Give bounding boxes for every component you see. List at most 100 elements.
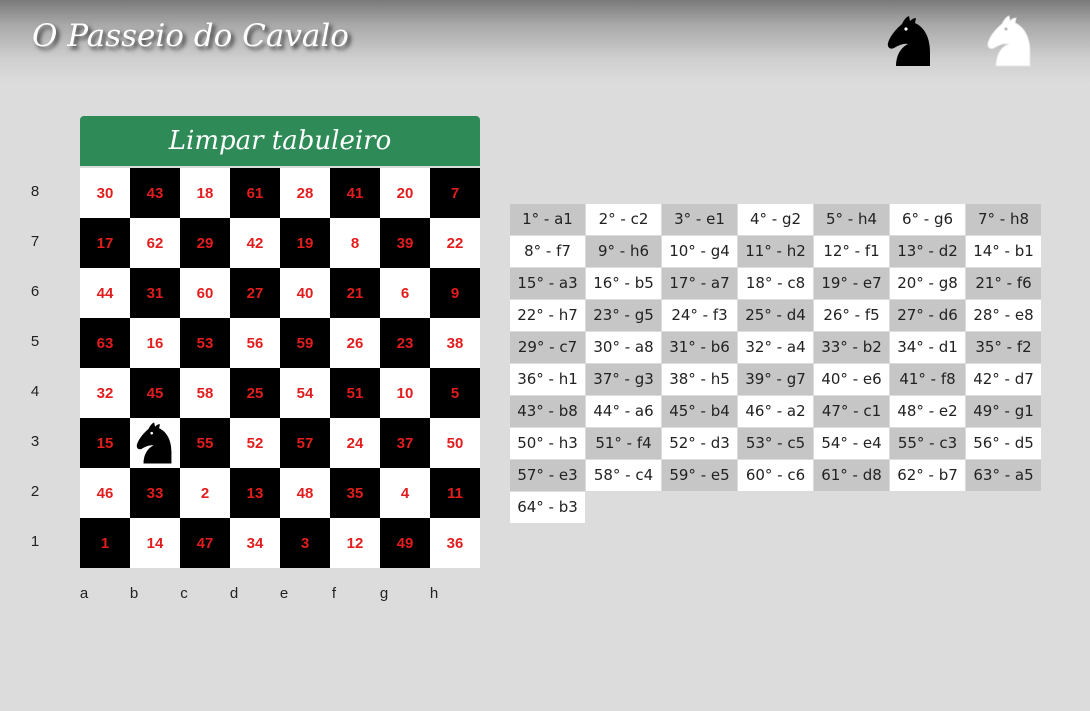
move-entry: 56° - d5 [966, 428, 1041, 459]
move-entry: 47° - c1 [814, 396, 889, 427]
square-c3[interactable]: 55 [180, 418, 230, 468]
square-d3[interactable]: 52 [230, 418, 280, 468]
move-entry: 31° - b6 [662, 332, 737, 363]
square-b8[interactable]: 43 [130, 168, 180, 218]
square-e1[interactable]: 3 [280, 518, 330, 568]
square-g1[interactable]: 49 [380, 518, 430, 568]
square-b4[interactable]: 45 [130, 368, 180, 418]
square-h3[interactable]: 50 [430, 418, 480, 468]
square-d1[interactable]: 34 [230, 518, 280, 568]
square-number: 18 [196, 184, 214, 202]
square-g5[interactable]: 23 [380, 318, 430, 368]
square-g6[interactable]: 6 [380, 268, 430, 318]
square-g7[interactable]: 39 [380, 218, 430, 268]
square-e6[interactable]: 40 [280, 268, 330, 318]
chess-board: 30 43 18 61 28 41 20 7 17 62 29 42 19 8 39 22 44 31 60 27 40… [80, 168, 480, 568]
square-b6[interactable]: 31 [130, 268, 180, 318]
square-number: 38 [446, 334, 464, 352]
square-f5[interactable]: 26 [330, 318, 380, 368]
square-c6[interactable]: 60 [180, 268, 230, 318]
move-entry: 62° - b7 [890, 460, 965, 491]
square-b1[interactable]: 14 [130, 518, 180, 568]
square-h4[interactable]: 5 [430, 368, 480, 418]
rank-label: 6 [30, 283, 40, 300]
square-a5[interactable]: 63 [80, 318, 130, 368]
square-e4[interactable]: 54 [280, 368, 330, 418]
square-number: 44 [96, 284, 114, 302]
square-d5[interactable]: 56 [230, 318, 280, 368]
square-f8[interactable]: 41 [330, 168, 380, 218]
square-g4[interactable]: 10 [380, 368, 430, 418]
square-a4[interactable]: 32 [80, 368, 130, 418]
square-number: 60 [196, 284, 214, 302]
move-entry: 59° - e5 [662, 460, 737, 491]
square-a7[interactable]: 17 [80, 218, 130, 268]
square-f3[interactable]: 24 [330, 418, 380, 468]
square-number: 25 [246, 384, 264, 402]
square-c1[interactable]: 47 [180, 518, 230, 568]
move-entry: 24° - f3 [662, 300, 737, 331]
move-entry: 46° - a2 [738, 396, 813, 427]
square-b5[interactable]: 16 [130, 318, 180, 368]
move-entry: 37° - g3 [586, 364, 661, 395]
square-b3[interactable] [130, 418, 180, 468]
square-c8[interactable]: 18 [180, 168, 230, 218]
square-d8[interactable]: 61 [230, 168, 280, 218]
move-entry: 25° - d4 [738, 300, 813, 331]
square-a6[interactable]: 44 [80, 268, 130, 318]
square-number: 5 [450, 384, 460, 402]
square-g8[interactable]: 20 [380, 168, 430, 218]
square-h7[interactable]: 22 [430, 218, 480, 268]
square-number: 14 [146, 534, 164, 552]
square-a3[interactable]: 15 [80, 418, 130, 468]
move-entry: 22° - h7 [510, 300, 585, 331]
square-g2[interactable]: 4 [380, 468, 430, 518]
square-c4[interactable]: 58 [180, 368, 230, 418]
square-e5[interactable]: 59 [280, 318, 330, 368]
white-knight-icon[interactable] [982, 12, 1038, 70]
rank-label: 2 [30, 483, 40, 500]
move-entry: 33° - b2 [814, 332, 889, 363]
square-d6[interactable]: 27 [230, 268, 280, 318]
square-f6[interactable]: 21 [330, 268, 380, 318]
square-c7[interactable]: 29 [180, 218, 230, 268]
square-h1[interactable]: 36 [430, 518, 480, 568]
square-h5[interactable]: 38 [430, 318, 480, 368]
square-h2[interactable]: 11 [430, 468, 480, 518]
move-entry: 41° - f8 [890, 364, 965, 395]
square-number: 62 [146, 234, 164, 252]
square-e2[interactable]: 48 [280, 468, 330, 518]
move-entry: 53° - c5 [738, 428, 813, 459]
square-number: 29 [196, 234, 214, 252]
square-a2[interactable]: 46 [80, 468, 130, 518]
square-g3[interactable]: 37 [380, 418, 430, 468]
square-f2[interactable]: 35 [330, 468, 380, 518]
square-e3[interactable]: 57 [280, 418, 330, 468]
square-f4[interactable]: 51 [330, 368, 380, 418]
square-e8[interactable]: 28 [280, 168, 330, 218]
square-d4[interactable]: 25 [230, 368, 280, 418]
square-f7[interactable]: 8 [330, 218, 380, 268]
square-number: 27 [246, 284, 264, 302]
square-b7[interactable]: 62 [130, 218, 180, 268]
square-number: 52 [246, 434, 264, 452]
black-knight-icon[interactable] [882, 12, 938, 70]
square-f1[interactable]: 12 [330, 518, 380, 568]
move-entry: 16° - b5 [586, 268, 661, 299]
square-d7[interactable]: 42 [230, 218, 280, 268]
square-a8[interactable]: 30 [80, 168, 130, 218]
square-h8[interactable]: 7 [430, 168, 480, 218]
square-e7[interactable]: 19 [280, 218, 330, 268]
square-c5[interactable]: 53 [180, 318, 230, 368]
move-entry: 61° - d8 [814, 460, 889, 491]
square-number: 2 [200, 484, 210, 502]
square-number: 13 [246, 484, 264, 502]
square-number: 20 [396, 184, 414, 202]
square-a1[interactable]: 1 [80, 518, 130, 568]
square-c2[interactable]: 2 [180, 468, 230, 518]
square-b2[interactable]: 33 [130, 468, 180, 518]
square-d2[interactable]: 13 [230, 468, 280, 518]
square-number: 11 [447, 484, 463, 502]
square-h6[interactable]: 9 [430, 268, 480, 318]
clear-board-button[interactable]: Limpar tabuleiro [80, 116, 480, 166]
